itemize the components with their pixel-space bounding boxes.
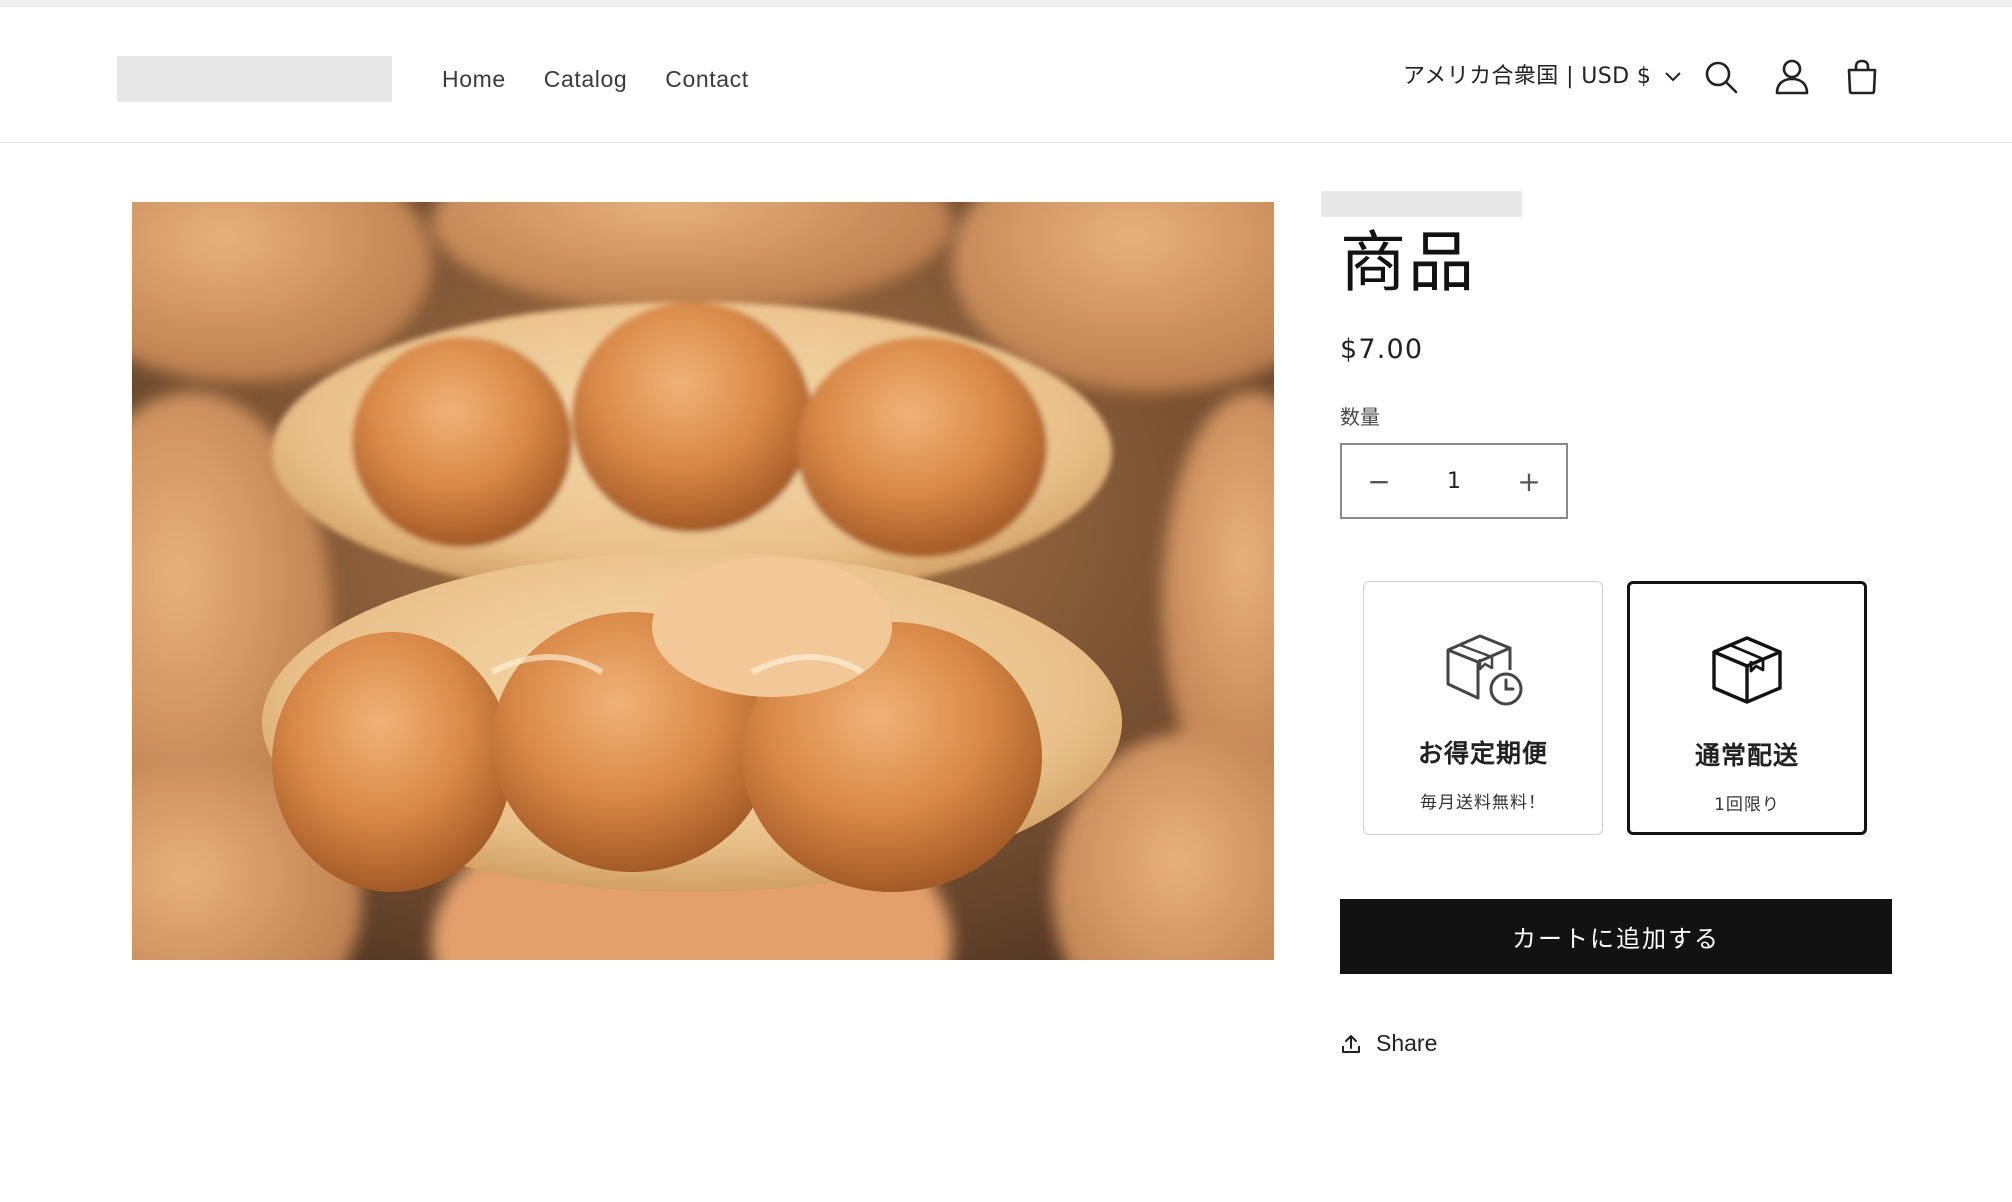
plan-title: お得定期便	[1417, 739, 1548, 768]
nav-catalog[interactable]: Catalog	[544, 59, 627, 99]
product-price: $7.00	[1340, 334, 1424, 365]
box-icon	[1630, 624, 1864, 714]
main-nav: Home Catalog Contact	[442, 59, 787, 99]
share-button[interactable]: Share	[1340, 1030, 1437, 1057]
nav-contact[interactable]: Contact	[665, 59, 748, 99]
site-header: Home Catalog Contact アメリカ合衆国 | USD $	[0, 7, 2012, 143]
vendor-placeholder	[1321, 191, 1522, 217]
plan-subtitle: 1回限り	[1714, 795, 1780, 815]
quantity-input[interactable]: 1	[1447, 469, 1461, 494]
plan-title: 通常配送	[1694, 741, 1799, 770]
quantity-label: 数量	[1340, 405, 1380, 429]
bread-photo	[132, 202, 1274, 960]
search-icon[interactable]	[1698, 54, 1744, 100]
plan-option-one-time[interactable]: 通常配送 1回限り	[1627, 581, 1867, 835]
share-label: Share	[1376, 1030, 1438, 1056]
store-logo-placeholder[interactable]	[117, 56, 392, 102]
nav-home[interactable]: Home	[442, 59, 506, 99]
locale-label: アメリカ合衆国 | USD $	[1403, 64, 1652, 89]
chevron-down-icon	[1665, 72, 1682, 82]
box-clock-icon	[1364, 622, 1602, 712]
account-icon[interactable]	[1769, 54, 1815, 100]
product-title: 商品	[1340, 224, 1476, 301]
cart-icon[interactable]	[1839, 54, 1885, 100]
share-icon	[1342, 1034, 1360, 1053]
country-currency-selector[interactable]: アメリカ合衆国 | USD $	[1403, 57, 1682, 97]
quantity-increase-button[interactable]: +	[1492, 445, 1566, 517]
quantity-decrease-button[interactable]: −	[1342, 445, 1416, 517]
quantity-stepper: − 1 +	[1340, 443, 1568, 519]
plan-option-subscription[interactable]: お得定期便 毎月送料無料！	[1363, 581, 1603, 835]
top-announcement-bar	[0, 0, 2012, 7]
plan-subtitle: 毎月送料無料！	[1420, 793, 1546, 813]
product-image[interactable]	[132, 202, 1274, 960]
add-to-cart-button[interactable]: カートに追加する	[1340, 899, 1892, 974]
